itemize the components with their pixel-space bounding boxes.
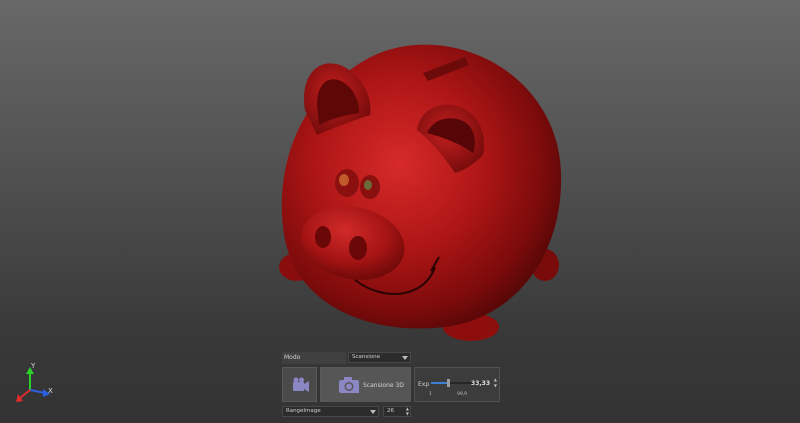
- exp-value: 33,33: [471, 380, 490, 387]
- mode-select-value: Scansione: [352, 354, 380, 360]
- exp-increment-icon[interactable]: ▲: [494, 377, 497, 382]
- chevron-down-icon: [370, 410, 376, 414]
- nostril-left: [315, 226, 331, 248]
- camera-icon: [339, 377, 359, 393]
- chevron-down-icon: [402, 356, 408, 360]
- mode-select[interactable]: Scansione: [348, 352, 411, 363]
- exposure-control: Exp 33,33 ▲ ▼ 1 99,9: [414, 367, 500, 402]
- exp-decrement-icon[interactable]: ▼: [494, 383, 497, 388]
- axis-label-y: Y: [31, 362, 36, 370]
- scan-3d-label: Scansione 3D: [363, 382, 404, 389]
- mode-label-text: Modo: [284, 354, 301, 361]
- spin-down-icon[interactable]: ▼: [406, 412, 409, 416]
- output-type-value: RangeImage: [286, 408, 321, 414]
- video-camera-button[interactable]: [282, 367, 317, 402]
- output-number-value: 26: [387, 408, 394, 414]
- nostril-right: [349, 236, 367, 260]
- scan-control-panel: Modo Modo Scansione Scansione 3D: [282, 351, 503, 419]
- exp-max: 99,9: [457, 392, 468, 397]
- axis-gizmo: Y X: [12, 362, 62, 408]
- output-type-select[interactable]: RangeImage: [282, 406, 379, 417]
- piggy-bank-model[interactable]: [255, 35, 575, 345]
- axis-label-x: X: [48, 387, 53, 395]
- exp-min: 1: [429, 392, 432, 397]
- output-number-spinbox[interactable]: 26 ▲ ▼: [383, 406, 411, 417]
- scan-3d-button[interactable]: Scansione 3D: [320, 367, 411, 402]
- axis-gizmo-icon: [16, 367, 50, 402]
- exp-slider-handle[interactable]: [446, 379, 450, 387]
- exp-label: Exp: [418, 381, 430, 388]
- video-camera-icon: [293, 377, 309, 392]
- exp-slider-fill: [431, 382, 448, 384]
- 3d-viewport[interactable]: Y X Modo Modo Scansione: [0, 0, 800, 423]
